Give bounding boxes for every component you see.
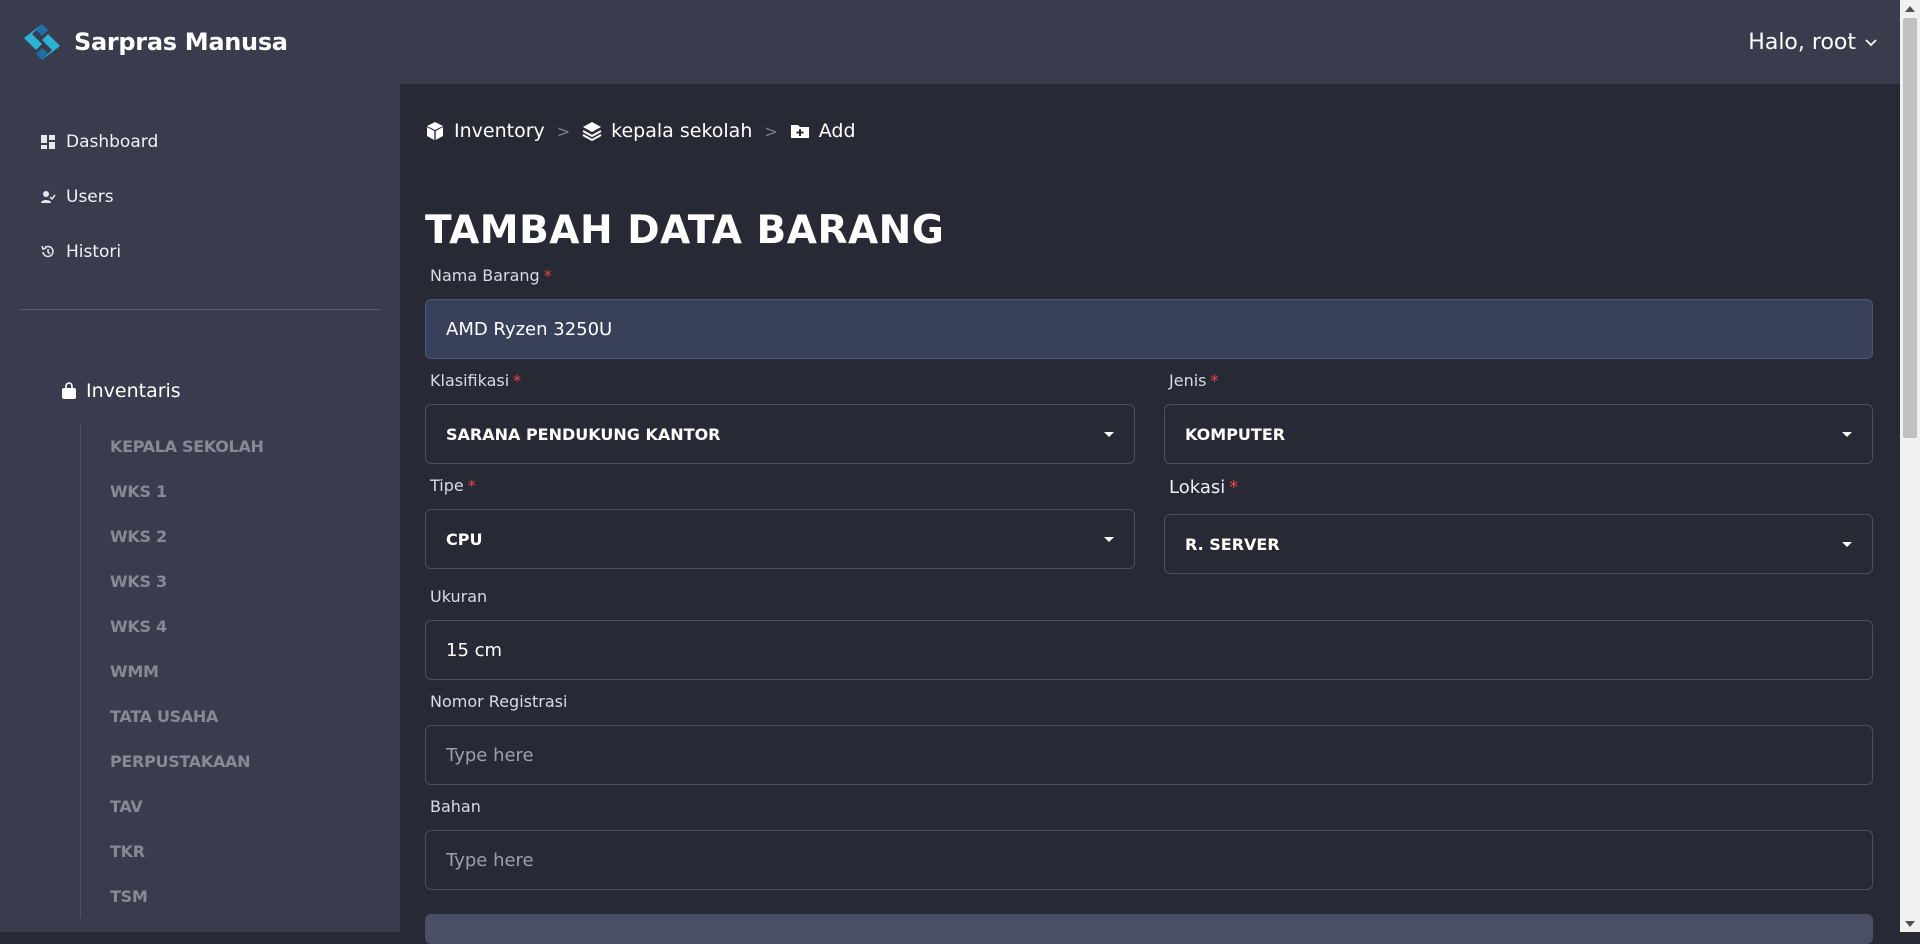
scroll-down-arrow-icon[interactable] [1900,915,1920,932]
nomor-registrasi-input[interactable] [446,744,1852,766]
sidebar-item-label: Dashboard [66,131,159,152]
select-value: R. SERVER [1185,534,1280,554]
sidebar-sub-item[interactable]: WKS 3 [110,559,400,604]
folder-plus-icon [790,125,809,138]
brand-logo-icon [22,22,62,62]
nama-barang-label: Nama Barang * [430,266,552,285]
sidebar-item-label: Histori [66,241,122,262]
main-content: Inventory > kepala sekolah > Add TAMBAH … [400,84,1900,944]
jenis-label: Jenis * [1169,371,1218,390]
select-value: KOMPUTER [1185,424,1286,444]
tipe-label: Tipe * [430,476,476,495]
sidebar-sub-item[interactable]: WKS 1 [110,469,400,514]
label-text: Bahan [430,797,481,816]
history-icon [41,245,54,257]
caret-down-icon [1842,541,1852,547]
caret-down-icon [1842,431,1852,437]
sidebar-sub-item[interactable]: WMM [110,649,400,694]
user-menu[interactable]: Halo, root [1748,30,1878,55]
nama-barang-input[interactable] [446,318,1852,340]
lokasi-select[interactable]: R. SERVER [1164,514,1873,574]
sidebar-sub-item[interactable]: KEPALA SEKOLAH [110,424,400,469]
ukuran-input[interactable] [446,639,1852,661]
required-mark: * [1229,477,1239,498]
klasifikasi-label: Klasifikasi * [430,371,521,390]
required-mark: * [543,266,552,285]
label-text: Lokasi [1169,477,1226,498]
brand-name: Sarpras Manusa [74,28,288,56]
breadcrumb-label: Add [818,120,856,142]
breadcrumb-separator: > [764,121,778,141]
sidebar-sub-item[interactable]: TAV [110,784,400,829]
caret-down-icon [1104,431,1114,437]
sidebar-sub-item[interactable]: PERPUSTAKAAN [110,739,400,784]
sidebar-sub-item[interactable]: WKS 2 [110,514,400,559]
nomor-registrasi-label: Nomor Registrasi [430,692,567,711]
label-text: Nama Barang [430,266,540,285]
submit-button[interactable] [425,914,1873,944]
shopping-bag-icon [62,382,76,399]
caret-down-icon [1104,536,1114,542]
breadcrumb-separator: > [556,121,571,141]
layers-icon [582,122,602,141]
sidebar-item-dashboard[interactable]: Dashboard [0,114,400,169]
sidebar-item-users[interactable]: Users [0,169,400,224]
breadcrumb-label: kepala sekolah [611,120,753,142]
bahan-input[interactable] [446,849,1852,871]
sidebar-item-histori[interactable]: Histori [0,224,400,279]
top-bar: Sarpras Manusa Halo, root [0,0,1900,84]
brand[interactable]: Sarpras Manusa [22,22,288,62]
dashboard-icon [41,134,55,149]
sidebar-section-inventaris[interactable]: Inventaris [0,380,400,402]
sidebar-nav: Dashboard Users Histori [0,84,400,279]
scroll-up-arrow-icon[interactable] [1900,0,1920,17]
sidebar-sub-item[interactable]: TATA USAHA [110,694,400,739]
nomor-registrasi-field[interactable] [425,725,1873,785]
page-title: TAMBAH DATA BARANG [425,208,945,253]
sidebar-sub-item[interactable]: TSM [110,874,400,919]
label-text: Ukuran [430,587,488,606]
label-text: Jenis [1169,371,1207,390]
required-mark: * [467,476,476,495]
required-mark: * [1210,371,1219,390]
section-label: Inventaris [86,380,181,402]
label-text: Tipe [430,476,464,495]
breadcrumb-label: Inventory [454,120,545,142]
jenis-select[interactable]: KOMPUTER [1164,404,1873,464]
breadcrumb-kepala-sekolah[interactable]: kepala sekolah [582,120,752,142]
bahan-field[interactable] [425,830,1873,890]
breadcrumb: Inventory > kepala sekolah > Add [425,120,856,142]
required-mark: * [513,371,522,390]
sidebar-sub-item[interactable]: WKS 4 [110,604,400,649]
label-text: Klasifikasi [430,371,510,390]
scrollbar-thumb[interactable] [1903,18,1917,438]
nama-barang-field[interactable] [425,299,1873,359]
bahan-label: Bahan [430,797,481,816]
select-value: CPU [446,529,483,549]
klasifikasi-select[interactable]: SARANA PENDUKUNG KANTOR [425,404,1135,464]
user-check-icon [41,190,56,203]
lokasi-label: Lokasi * [1169,477,1238,498]
sidebar-item-label: Users [66,186,114,207]
tipe-select[interactable]: CPU [425,509,1135,569]
ukuran-field[interactable] [425,620,1873,680]
box-icon [427,122,443,140]
breadcrumb-inventory[interactable]: Inventory [425,120,545,142]
chevron-down-icon [1865,39,1877,47]
sidebar-sub-item[interactable]: TKR [110,829,400,874]
page-scrollbar[interactable] [1900,0,1920,932]
select-value: SARANA PENDUKUNG KANTOR [446,424,721,444]
label-text: Nomor Registrasi [430,692,568,711]
ukuran-label: Ukuran [430,587,487,606]
sidebar-sub-list: KEPALA SEKOLAH WKS 1 WKS 2 WKS 3 WKS 4 W… [80,424,400,919]
breadcrumb-add: Add [790,120,856,142]
sidebar-divider [20,309,380,310]
user-greeting: Halo, root [1748,29,1856,55]
sidebar: Dashboard Users Histori Inventaris KEPAL… [0,84,400,932]
